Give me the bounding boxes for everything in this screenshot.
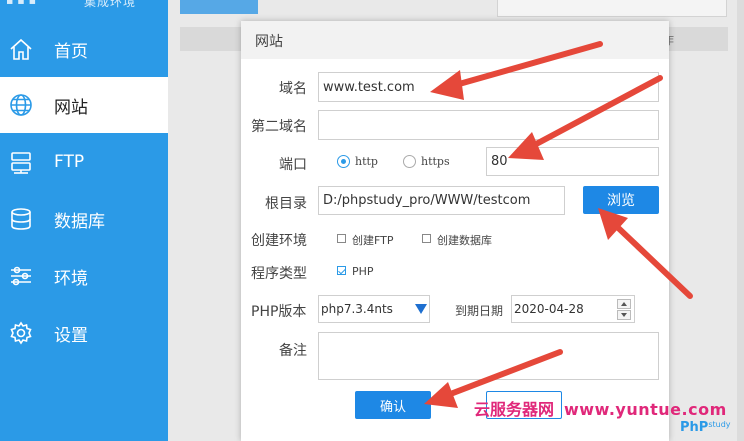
program-type-label: 程序类型 xyxy=(251,266,307,282)
sliders-icon xyxy=(8,263,34,289)
search-input[interactable] xyxy=(497,0,727,17)
add-website-dialog: 网站 域名 www.test.com 第二域名 端口 http https 80… xyxy=(241,21,669,441)
https-label: https xyxy=(421,155,450,168)
dialog-title: 网站 xyxy=(255,34,283,50)
sidebar-item-label: 环境 xyxy=(54,268,88,289)
domain-label: 域名 xyxy=(279,81,307,97)
sidebar-item-label: 首页 xyxy=(54,41,88,62)
port-label: 端口 xyxy=(279,157,307,173)
sidebar-item-environment[interactable]: 环境 xyxy=(0,248,168,304)
php-version-value: php7.3.4nts xyxy=(321,302,393,316)
watermark-text: 云服务器网 xyxy=(474,400,555,419)
sidebar-item-label: FTP xyxy=(54,152,85,172)
sidebar-item-label: 数据库 xyxy=(54,211,105,232)
scrollbar[interactable] xyxy=(737,0,744,441)
phpstudy-logo: PhPstudy xyxy=(680,420,731,435)
http-label: http xyxy=(355,155,378,168)
date-down-icon[interactable] xyxy=(617,310,631,320)
brand: ▪ ▪ ▪ 集成环境 xyxy=(0,0,168,14)
sidebar-item-ftp[interactable]: FTP xyxy=(0,134,168,190)
date-up-icon[interactable] xyxy=(617,299,631,309)
create-db-label: 创建数据库 xyxy=(437,234,492,247)
sidebar-item-label: 网站 xyxy=(54,97,88,118)
sidebar-item-label: 设置 xyxy=(54,325,88,346)
http-radio[interactable] xyxy=(337,155,350,168)
second-domain-label: 第二域名 xyxy=(251,119,307,135)
expire-date-value: 2020-04-28 xyxy=(514,302,584,316)
brand-text: 集成环境 xyxy=(84,0,137,9)
root-dir-label: 根目录 xyxy=(265,196,307,212)
expire-label: 到期日期 xyxy=(455,304,504,318)
remark-label: 备注 xyxy=(279,343,307,359)
create-env-label: 创建环境 xyxy=(251,233,307,249)
https-radio[interactable] xyxy=(403,155,416,168)
second-domain-input[interactable] xyxy=(318,110,659,140)
dialog-header: 网站 xyxy=(241,21,669,59)
sidebar: ▪ ▪ ▪ 集成环境 首页 网站 FTP 数据库 环境 设置 xyxy=(0,0,168,441)
remark-textarea[interactable] xyxy=(318,332,659,380)
database-icon xyxy=(8,206,34,232)
logo-text: PhP xyxy=(680,420,709,435)
create-site-button[interactable] xyxy=(180,0,258,14)
watermark-url: www.yuntue.com xyxy=(564,400,727,419)
globe-icon xyxy=(8,92,34,118)
root-dir-input[interactable]: D:/phpstudy_pro/WWW/testcom xyxy=(318,186,565,215)
port-input[interactable]: 80 xyxy=(486,147,659,176)
brand-logo: ▪ ▪ ▪ xyxy=(6,0,37,7)
create-ftp-label: 创建FTP xyxy=(352,234,394,247)
gear-icon xyxy=(8,320,34,346)
sidebar-item-database[interactable]: 数据库 xyxy=(0,191,168,247)
confirm-button[interactable]: 确认 xyxy=(355,391,431,419)
home-icon xyxy=(8,36,34,62)
chevron-down-icon xyxy=(415,304,427,314)
watermark: 云服务器网 www.yuntue.com xyxy=(474,396,727,420)
php-version-select[interactable]: php7.3.4nts xyxy=(318,295,430,323)
php-version-label: PHP版本 xyxy=(251,304,307,320)
sidebar-item-home[interactable]: 首页 xyxy=(0,21,168,77)
browse-button[interactable]: 浏览 xyxy=(583,186,659,214)
php-checkbox[interactable] xyxy=(337,266,346,275)
expire-date-input[interactable]: 2020-04-28 xyxy=(511,295,635,323)
php-label: PHP xyxy=(352,265,374,278)
sidebar-item-settings[interactable]: 设置 xyxy=(0,305,168,361)
domain-input[interactable]: www.test.com xyxy=(318,72,659,102)
create-db-checkbox[interactable] xyxy=(422,234,431,243)
server-icon xyxy=(8,149,34,175)
sidebar-item-website[interactable]: 网站 xyxy=(0,77,168,133)
logo-small: study xyxy=(708,420,731,429)
create-ftp-checkbox[interactable] xyxy=(337,234,346,243)
